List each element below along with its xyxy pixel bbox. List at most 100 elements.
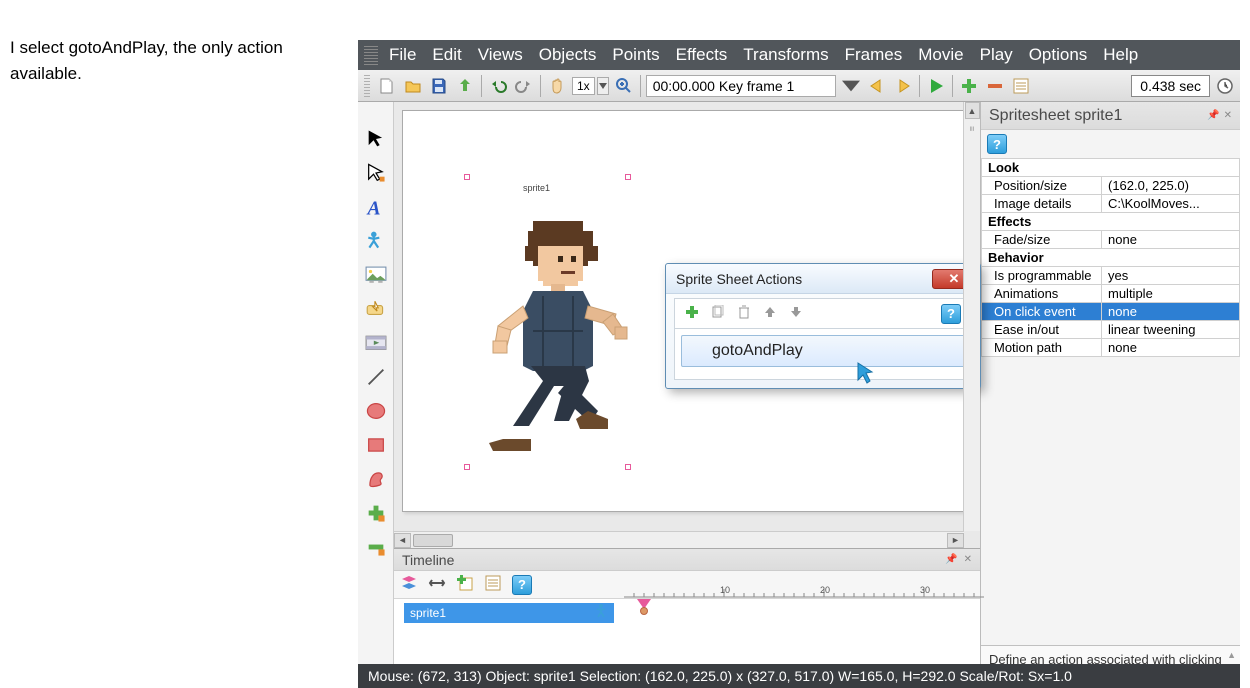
keyframe-dot[interactable] — [640, 607, 648, 615]
move-down-icon[interactable] — [789, 305, 803, 322]
prop-value[interactable]: multiple — [1102, 285, 1240, 303]
play-icon[interactable] — [925, 75, 947, 97]
move-up-icon[interactable] — [763, 305, 777, 322]
button-tool-icon[interactable] — [365, 298, 387, 320]
delete-action-icon[interactable] — [737, 305, 751, 322]
bone-tool-icon[interactable] — [365, 230, 387, 252]
prop-label: Image details — [982, 195, 1102, 213]
menu-help[interactable]: Help — [1096, 45, 1145, 65]
section-look: Look — [982, 159, 1240, 177]
sprite-label: sprite1 — [523, 183, 550, 193]
prev-frame-icon[interactable] — [866, 75, 888, 97]
sprite-image[interactable] — [463, 211, 633, 461]
arrow-tool-icon[interactable] — [365, 128, 387, 150]
add-point-icon[interactable] — [365, 502, 387, 524]
menu-views[interactable]: Views — [471, 45, 530, 65]
menu-movie[interactable]: Movie — [911, 45, 970, 65]
pin-icon[interactable]: 📌 — [1207, 110, 1219, 121]
close-panel-icon[interactable]: ✕ — [1224, 110, 1232, 121]
timeline-row[interactable]: sprite1 — [404, 603, 614, 623]
prop-value[interactable]: (162.0, 225.0) — [1102, 177, 1240, 195]
remove-point-icon[interactable] — [365, 536, 387, 558]
menu-edit[interactable]: Edit — [425, 45, 468, 65]
save-icon[interactable] — [428, 75, 450, 97]
selection-handle[interactable] — [625, 464, 631, 470]
resize-icon[interactable] — [428, 576, 446, 593]
frame-display[interactable]: 00:00.000 Key frame 1 — [646, 75, 836, 97]
menu-file[interactable]: File — [382, 45, 423, 65]
ellipse-tool-icon[interactable] — [365, 400, 387, 422]
dialog-toolbar: ? — [674, 298, 972, 328]
properties-help-row: ? — [981, 130, 1240, 158]
new-file-icon[interactable] — [376, 75, 398, 97]
toolbar-grip — [364, 75, 370, 97]
zoom-dropdown-icon[interactable] — [597, 77, 609, 95]
layer-props-icon[interactable] — [484, 574, 502, 595]
dialog-help-icon[interactable]: ? — [941, 304, 961, 324]
statusbar: Mouse: (672, 313) Object: sprite1 Select… — [358, 664, 1240, 688]
menu-effects[interactable]: Effects — [669, 45, 735, 65]
selection-handle[interactable] — [464, 174, 470, 180]
vertical-scrollbar[interactable]: ▲ ≡ — [963, 102, 980, 531]
next-frame-icon[interactable] — [892, 75, 914, 97]
open-file-icon[interactable] — [402, 75, 424, 97]
dialog-titlebar[interactable]: Sprite Sheet Actions ✕ — [666, 264, 980, 294]
frame-dropdown-icon[interactable] — [840, 75, 862, 97]
undo-icon[interactable] — [487, 75, 509, 97]
scroll-right-icon[interactable]: ► — [947, 533, 964, 548]
prop-value[interactable]: linear tweening — [1102, 321, 1240, 339]
prop-label: Is programmable — [982, 267, 1102, 285]
action-item-gotoandplay[interactable]: gotoAndPlay — [681, 335, 965, 367]
clock-icon[interactable] — [1214, 75, 1236, 97]
prop-label-onclick[interactable]: On click event — [982, 303, 1102, 321]
prop-value[interactable]: yes — [1102, 267, 1240, 285]
menu-transforms[interactable]: Transforms — [736, 45, 835, 65]
export-icon[interactable] — [454, 75, 476, 97]
add-action-icon[interactable] — [685, 305, 699, 322]
menu-options[interactable]: Options — [1022, 45, 1095, 65]
properties-help-icon[interactable]: ? — [987, 134, 1007, 154]
remove-icon[interactable] — [984, 75, 1006, 97]
scroll-left-icon[interactable]: ◄ — [394, 533, 411, 548]
rect-tool-icon[interactable] — [365, 434, 387, 456]
list-icon[interactable] — [1010, 75, 1032, 97]
selection-handle[interactable] — [625, 174, 631, 180]
prop-label: Animations — [982, 285, 1102, 303]
freeform-tool-icon[interactable] — [365, 468, 387, 490]
prop-value[interactable]: none — [1102, 339, 1240, 357]
image-tool-icon[interactable] — [365, 264, 387, 286]
prop-value[interactable]: C:\KoolMoves... — [1102, 195, 1240, 213]
scroll-up-small-icon[interactable]: ▲ — [1227, 650, 1236, 660]
line-tool-icon[interactable] — [365, 366, 387, 388]
close-panel-icon[interactable]: ✕ — [964, 554, 972, 565]
text-tool-icon[interactable]: A — [365, 196, 387, 218]
pin-icon[interactable]: 📌 — [945, 554, 957, 565]
action-item-label: gotoAndPlay — [712, 342, 803, 359]
scroll-up-icon[interactable]: ▲ — [965, 102, 980, 119]
selection-handle[interactable] — [464, 464, 470, 470]
menu-points[interactable]: Points — [605, 45, 666, 65]
time-box[interactable]: 0.438 sec — [1131, 75, 1210, 97]
redo-icon[interactable] — [513, 75, 535, 97]
menu-frames[interactable]: Frames — [838, 45, 910, 65]
app-window: File Edit Views Objects Points Effects T… — [358, 40, 1240, 688]
copy-action-icon[interactable] — [711, 305, 725, 322]
add-icon[interactable] — [958, 75, 980, 97]
prop-value-onclick[interactable]: none — [1102, 303, 1240, 321]
scroll-thumb[interactable] — [413, 534, 453, 547]
canvas[interactable]: sprite1 — [402, 110, 972, 512]
menu-objects[interactable]: Objects — [532, 45, 604, 65]
add-layer-icon[interactable] — [456, 574, 474, 595]
movieclip-tool-icon[interactable] — [365, 332, 387, 354]
svg-text:20: 20 — [820, 585, 830, 595]
layers-icon[interactable] — [400, 574, 418, 595]
zoom-in-icon[interactable] — [613, 75, 635, 97]
zoom-combo[interactable]: 1x — [572, 77, 609, 95]
hand-tool-icon[interactable] — [546, 75, 568, 97]
prop-value[interactable]: none — [1102, 231, 1240, 249]
menu-play[interactable]: Play — [973, 45, 1020, 65]
horizontal-scrollbar[interactable]: ◄ ► — [394, 531, 964, 548]
timeline-help-icon[interactable]: ? — [512, 575, 532, 595]
main-area: sprite1 — [394, 102, 980, 688]
subselect-tool-icon[interactable] — [365, 162, 387, 184]
